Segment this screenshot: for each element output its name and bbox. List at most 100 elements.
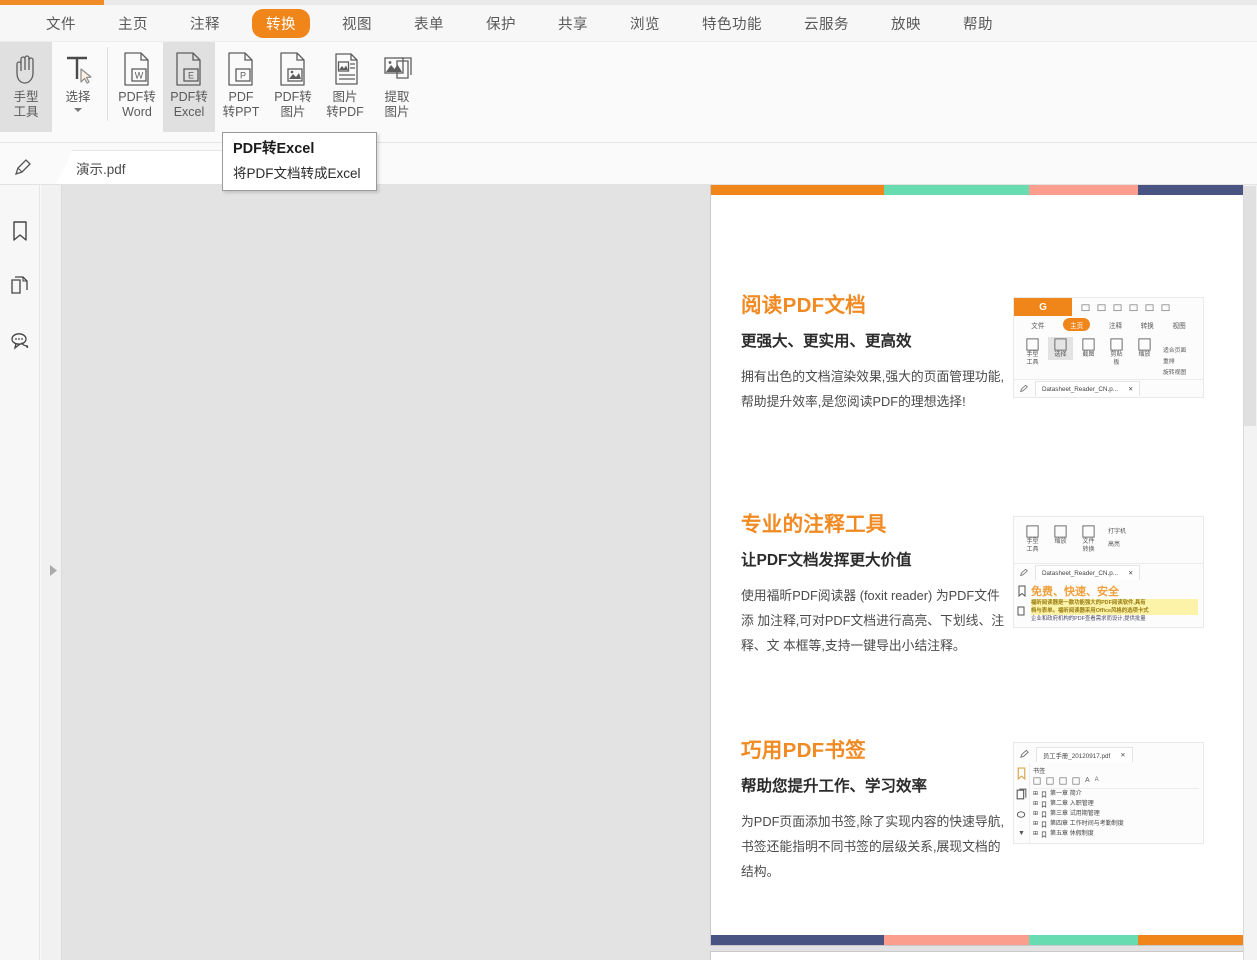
expand-icon: ⊞ (1033, 819, 1038, 829)
thumb-bookmark-item: ⊞ 第三章 试用期管理 (1033, 809, 1199, 819)
menu-browse[interactable]: 浏览 (620, 9, 670, 38)
menu-help[interactable]: 帮助 (953, 9, 1003, 38)
ribbon-button-label-2: 转PPT (215, 105, 267, 120)
ribbon-btn-select-text[interactable]: 选择 (52, 42, 104, 132)
menu-protect[interactable]: 保护 (476, 9, 526, 38)
bookmark-panel-icon[interactable] (4, 215, 36, 247)
ribbon-btn-extract-image[interactable]: 提取图片 (371, 42, 423, 132)
color-bar-0 (711, 185, 884, 195)
thumb-menu-item: 主页 (1063, 318, 1090, 331)
ribbon-btn-image-to-pdf[interactable]: 图片转PDF (319, 42, 371, 132)
thumb-bookmark-item: ⊞ 第二章 入职管理 (1033, 799, 1199, 809)
font-size-small-icon: A (1095, 777, 1099, 785)
menu-share[interactable]: 共享 (548, 9, 598, 38)
thumb-bookmark-item: ⊞ 第五章 休假制度 (1033, 829, 1199, 839)
svg-text:E: E (188, 71, 194, 81)
document-section: 巧用PDF书签 帮助您提升工作、学习效率 为PDF页面添加书签,除了实现内容的快… (741, 738, 1228, 884)
menu-comment[interactable]: 注释 (180, 9, 230, 38)
bookmark-icon (1041, 791, 1047, 798)
extract-image-icon (380, 48, 414, 90)
thumb-highlighted-line: 档与表单。福昕阅读器采用Office风格的选项卡式 (1031, 607, 1198, 615)
expand-icon: ⊞ (1033, 809, 1038, 819)
thumb-tool-button: 缩放 (1132, 337, 1157, 360)
thumb-tab-label: 员工手册_20120917.pdf (1043, 751, 1110, 760)
section-text: 巧用PDF书签 帮助您提升工作、学习效率 为PDF页面添加书签,除了实现内容的快… (741, 738, 1013, 884)
menu-item-label: 注释 (190, 17, 220, 33)
pages-panel-icon[interactable] (4, 270, 36, 302)
image-to-pdf-icon (328, 48, 362, 90)
thumb-menu-item: 注释 (1109, 320, 1122, 330)
tooltip-title: PDF转Excel (233, 140, 366, 159)
color-bar-2 (1029, 935, 1138, 945)
thumb-tab-row: Datasheet_Reader_CN.p... ✕ (1014, 379, 1203, 397)
ribbon-btn-hand[interactable]: 手型工具 (0, 42, 52, 132)
section-subheading: 让PDF文档发挥更大价值 (741, 550, 1005, 571)
section-body: 拥有出色的文档渲染效果,强大的页面管理功能, 帮助提升效率,是您阅读PDF的理想… (741, 364, 1005, 414)
ribbon-button-label-2: 图片 (267, 105, 319, 120)
chevron-down-icon[interactable] (74, 108, 82, 112)
ribbon-button-label: PDF转 (111, 90, 163, 105)
ribbon-button-label-2: 工具 (0, 105, 52, 120)
document-tab[interactable]: 演示.pdf (60, 150, 230, 184)
menu-view[interactable]: 视图 (332, 9, 382, 38)
ribbon-btn-pdf-to-ppt[interactable]: PPDF转PPT (215, 42, 267, 132)
main-menu-bar: 文件主页 注释 转换视图表单 保护 共享 浏览 特色功能 云服务放映 帮助 (0, 5, 1257, 42)
thumb-tool-button: 选择 (1048, 337, 1073, 360)
ribbon-button-label: PDF转 (267, 90, 319, 105)
thumb-titlebar: G (1014, 298, 1203, 316)
thumb-highlighted-line: 福昕阅读器是一款功能强大的PDF阅读软件,具有 (1031, 599, 1198, 607)
bookmark-icon (1041, 831, 1047, 838)
pdf-to-word-icon: W (120, 48, 154, 90)
thumb-tool-button: 截图 (1076, 337, 1101, 360)
thumb-pencil-icon (1019, 749, 1030, 760)
menu-features[interactable]: 特色功能 (692, 9, 772, 38)
ribbon-btn-pdf-to-image[interactable]: PDF转图片 (267, 42, 319, 132)
menu-home[interactable]: 主页 (108, 9, 158, 38)
pdf-to-ppt-icon: P (224, 48, 258, 90)
color-bar-1 (884, 185, 1029, 195)
menu-form[interactable]: 表单 (404, 9, 454, 38)
menu-present[interactable]: 放映 (881, 9, 931, 38)
ribbon-btn-pdf-to-word[interactable]: WPDF转Word (111, 42, 163, 132)
color-bar-3 (1138, 185, 1256, 195)
menu-convert[interactable]: 转换 (252, 9, 310, 38)
menu-item-label: 特色功能 (702, 17, 762, 33)
thumb-doc-preview: 免费、快速、安全 福昕阅读器是一款功能强大的PDF阅读软件,具有 档与表单。福昕… (1014, 581, 1203, 627)
thumb-panel-body: ▼ 书签 A A ⊞ 第一章 简介 ⊞ 第二章 入职管理 (1014, 763, 1203, 843)
section-body: 为PDF页面添加书签,除了实现内容的快速导航, 书签还能指明不同书签的层级关系,… (741, 809, 1005, 884)
expand-panel-arrow-icon[interactable] (47, 562, 59, 578)
menu-file[interactable]: 文件 (36, 9, 86, 38)
thumb-tool-button: 剪贴 板 (1104, 337, 1129, 367)
ribbon-btn-pdf-to-excel[interactable]: EPDF转Excel (163, 42, 215, 132)
comments-panel-icon[interactable] (4, 325, 36, 357)
pdf-to-image-icon (276, 48, 310, 90)
thumb-panel-title: 书签 (1033, 766, 1199, 775)
menu-cloud[interactable]: 云服务 (794, 9, 859, 38)
menu-item-label: 共享 (558, 17, 588, 33)
thumb-side-icons (1014, 581, 1029, 627)
ribbon-button-label: PDF转 (163, 90, 215, 105)
bookmark-icon (1041, 821, 1047, 828)
section-text: 阅读PDF文档 更强大、更实用、更高效 拥有出色的文档渲染效果,强大的页面管理功… (741, 293, 1013, 414)
scrollbar-thumb[interactable] (1244, 186, 1256, 426)
menu-item-label: 帮助 (963, 17, 993, 33)
menu-item-label: 保护 (486, 17, 516, 33)
section-thumbnail: 员工手册_20120917.pdf ✕ ▼ 书签 A A ⊞ (1013, 738, 1204, 844)
color-bar-0 (711, 935, 884, 945)
bookmark-icon (1041, 811, 1047, 818)
vertical-scrollbar[interactable] (1243, 185, 1257, 960)
thumb-tool-label-2: 工具 (1026, 360, 1038, 368)
thumbnail-annotate-toolbar: 手型 工具 缩放 文件 转换 打字机高亮 Datasheet_Reader_CN… (1013, 516, 1204, 628)
document-section: 专业的注释工具 让PDF文档发挥更大价值 使用福昕PDF阅读器 (foxit r… (741, 512, 1228, 658)
thumb-bookmark-label: 第一章 简介 (1050, 789, 1082, 799)
section-subheading: 帮助您提升工作、学习效率 (741, 776, 1005, 797)
thumb-bookmark-list: 书签 A A ⊞ 第一章 简介 ⊞ 第二章 入职管理 ⊞ (1029, 763, 1203, 843)
document-workspace[interactable]: 阅读PDF文档 更强大、更实用、更高效 拥有出色的文档渲染效果,强大的页面管理功… (62, 185, 1257, 960)
thumb-tool-row: 手型 工具 缩放 文件 转换 打字机高亮 (1014, 517, 1203, 563)
edit-pencil-icon[interactable] (8, 155, 38, 181)
svg-text:W: W (135, 71, 144, 81)
thumb-tool-label: 文件 (1082, 539, 1094, 547)
page-bottom-color-bars (711, 935, 1256, 945)
thumb-bookmark-toolbar: A A (1033, 775, 1199, 789)
thumb-bookmark-item: ⊞ 第四章 工作时间与考勤制度 (1033, 819, 1199, 829)
